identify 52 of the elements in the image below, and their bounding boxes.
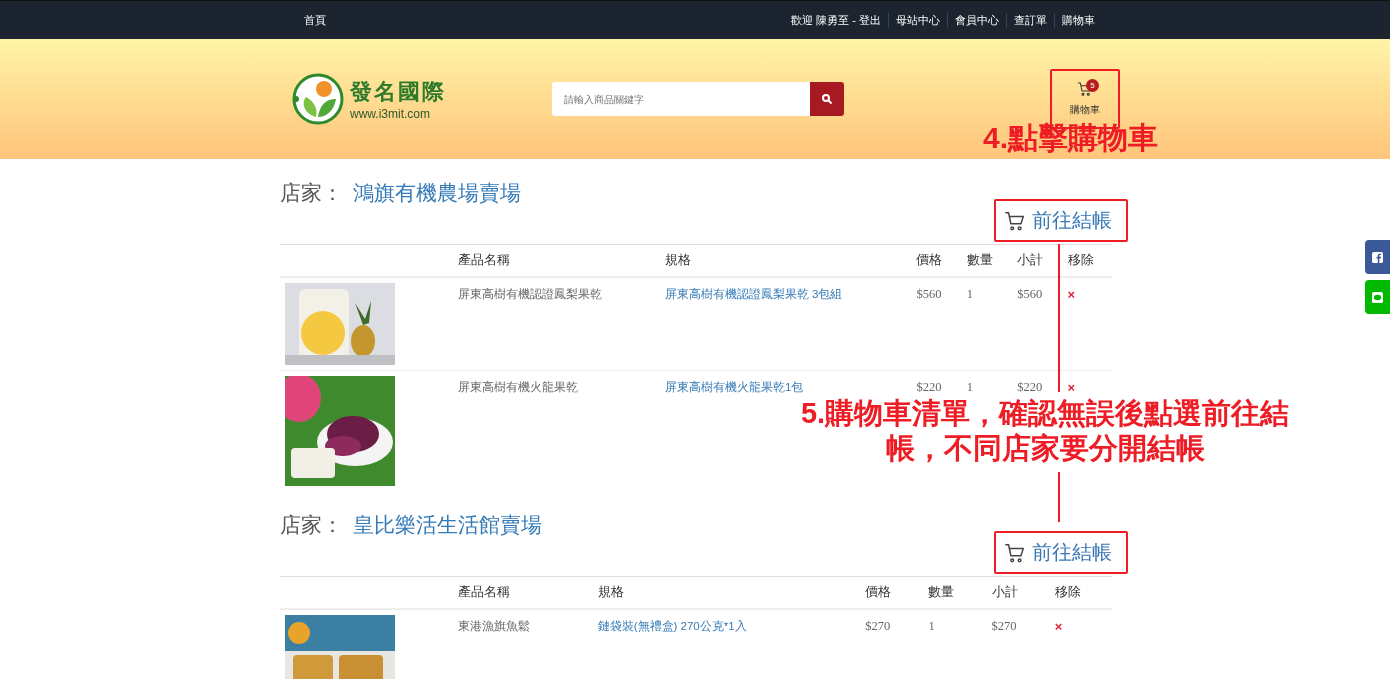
quantity: 1 — [960, 277, 1012, 371]
store-label: 店家： — [280, 180, 343, 206]
search-field[interactable]: 請輸入商品關鍵字 — [552, 82, 810, 116]
product-name: 東港漁旗魚鬆 — [452, 609, 592, 679]
column-header: 規格 — [591, 576, 860, 609]
logo-url: www.i3mit.com — [350, 107, 431, 121]
nav-link[interactable]: 購物車 — [1054, 12, 1102, 28]
remove-icon[interactable]: × — [1067, 287, 1076, 302]
logo-icon — [292, 73, 344, 125]
column-header: 移除 — [1048, 576, 1112, 609]
nav-link[interactable]: 會員中心 — [947, 12, 1006, 28]
logo-name: 發名國際 — [350, 78, 446, 106]
cart-icon — [1004, 541, 1026, 564]
remove-icon[interactable]: × — [1067, 380, 1076, 395]
remove-icon[interactable]: × — [1054, 619, 1063, 634]
product-name: 屏東高樹有機火龍果乾 — [452, 370, 659, 491]
store-name: 皇比樂活生活館賣場 — [353, 512, 542, 538]
store-name: 鴻旗有機農場賣場 — [353, 180, 521, 206]
leader-line — [1058, 472, 1060, 522]
nav-link[interactable]: 母站中心 — [888, 12, 947, 28]
line-share-button[interactable] — [1365, 280, 1390, 314]
store-label: 店家： — [280, 512, 343, 538]
checkout-link[interactable]: 前往結帳 — [996, 533, 1126, 572]
nav-link[interactable]: 首頁 — [297, 12, 333, 28]
price: $560 — [910, 277, 961, 371]
price: $270 — [859, 609, 923, 679]
column-header: 數量 — [922, 576, 986, 609]
column-header: 小計 — [985, 576, 1049, 609]
subtotal: $270 — [985, 609, 1049, 679]
quantity: 1 — [922, 609, 986, 679]
spec-link[interactable]: 鏈袋裝(無禮盒) 270公克*1入 — [597, 620, 747, 632]
facebook-share-button[interactable] — [1365, 240, 1390, 274]
column-header: 價格 — [859, 576, 923, 609]
spec-link[interactable]: 屏東高樹有機認證鳳梨果乾 3包組 — [664, 288, 843, 300]
cart-icon — [1077, 81, 1093, 97]
column-header: 價格 — [910, 244, 961, 277]
search-icon — [821, 93, 833, 105]
column-header: 規格 — [658, 244, 911, 277]
column-header: 數量 — [960, 244, 1012, 277]
product-name: 屏東高樹有機認證鳳梨果乾 — [452, 277, 659, 371]
facebook-icon — [1372, 251, 1383, 263]
annotation-text: 5.購物車清單，確認無誤後點選前往結帳，不同店家要分開結帳 — [799, 396, 1291, 466]
column-header: 產品名稱 — [452, 244, 659, 277]
chat-icon — [1372, 291, 1383, 303]
nav-link[interactable]: 歡迎 陳勇至 - 登出 — [784, 12, 888, 28]
search-button[interactable] — [810, 82, 844, 116]
spec-link[interactable]: 屏東高樹有機火龍果乾1包 — [664, 381, 804, 393]
cart-count-badge: 5 — [1086, 79, 1099, 92]
column-header: 產品名稱 — [452, 576, 592, 609]
checkout-link[interactable]: 前往結帳 — [996, 201, 1126, 240]
nav-link[interactable]: 查訂單 — [1006, 12, 1054, 28]
cart-icon — [1004, 209, 1026, 232]
